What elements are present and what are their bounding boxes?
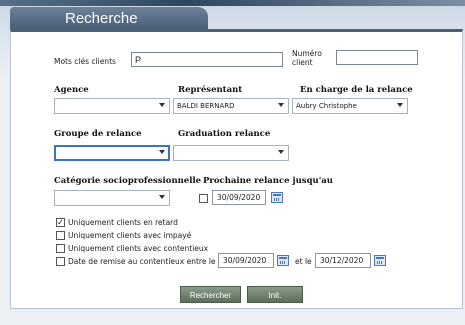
chevron-down-icon	[159, 103, 165, 107]
impaye-label: Uniquement clients avec impayé	[68, 231, 192, 240]
calendar-icon[interactable]	[271, 192, 283, 203]
search-window: Recherche Mots clés clients P Numéro cli…	[0, 0, 465, 325]
groupe-select[interactable]	[54, 145, 170, 161]
prochaine-label: Prochaine relance jusqu'au	[203, 176, 333, 186]
tab-recherche[interactable]: Recherche	[10, 7, 208, 29]
chevron-down-icon	[159, 150, 165, 154]
keywords-input[interactable]: P	[131, 52, 283, 67]
client-number-label-line1: Numéro	[292, 49, 322, 58]
agence-label: Agence	[54, 85, 89, 95]
client-number-label-line2: client	[292, 58, 313, 67]
search-panel: Mots clés clients P Numéro client Agence…	[10, 29, 463, 309]
groupe-label: Groupe de relance	[54, 129, 142, 139]
graduation-label: Graduation relance	[178, 129, 271, 139]
categorie-select[interactable]	[54, 190, 170, 206]
chevron-down-icon	[278, 150, 284, 154]
date-to-input[interactable]: 30/12/2020	[315, 253, 371, 268]
representant-select-value: BALDI BERNARD	[177, 102, 235, 110]
relance-select[interactable]: Aubry Christophe	[292, 98, 408, 114]
relance-select-value: Aubry Christophe	[296, 102, 357, 110]
date-remise-checkbox[interactable]	[56, 257, 65, 266]
keywords-label: Mots clés clients	[54, 57, 116, 66]
chevron-down-icon	[159, 195, 165, 199]
calendar-icon[interactable]	[374, 255, 386, 266]
reset-button[interactable]: Init.	[247, 286, 303, 303]
date-separator-label: et le	[295, 257, 312, 266]
prochaine-checkbox[interactable]	[199, 194, 208, 203]
relance-label: En charge de la relance	[300, 85, 413, 95]
search-button[interactable]: Rechercher	[180, 286, 241, 303]
representant-select[interactable]: BALDI BERNARD	[173, 98, 289, 114]
chevron-down-icon	[278, 103, 284, 107]
representant-label: Représentant	[178, 85, 243, 95]
retard-checkbox[interactable]: ✓	[56, 218, 65, 227]
agence-select[interactable]	[54, 98, 170, 114]
calendar-icon[interactable]	[277, 255, 289, 266]
retard-label: Uniquement clients en retard	[68, 218, 178, 227]
categorie-label: Catégorie socioprofessionnelle	[54, 176, 202, 186]
contentieux-checkbox[interactable]	[56, 244, 65, 253]
client-number-input[interactable]	[336, 50, 418, 65]
graduation-select[interactable]	[173, 145, 289, 161]
impaye-checkbox[interactable]	[56, 231, 65, 240]
chevron-down-icon	[397, 103, 403, 107]
date-from-input[interactable]: 30/09/2020	[218, 253, 274, 268]
prochaine-date-input[interactable]: 30/09/2020	[212, 190, 266, 205]
date-remise-label: Date de remise au contentieux entre le	[68, 257, 216, 266]
client-number-label: Numéro client	[292, 49, 322, 67]
window-top-strip	[0, 0, 465, 6]
contentieux-label: Uniquement clients avec contentieux	[68, 244, 209, 253]
